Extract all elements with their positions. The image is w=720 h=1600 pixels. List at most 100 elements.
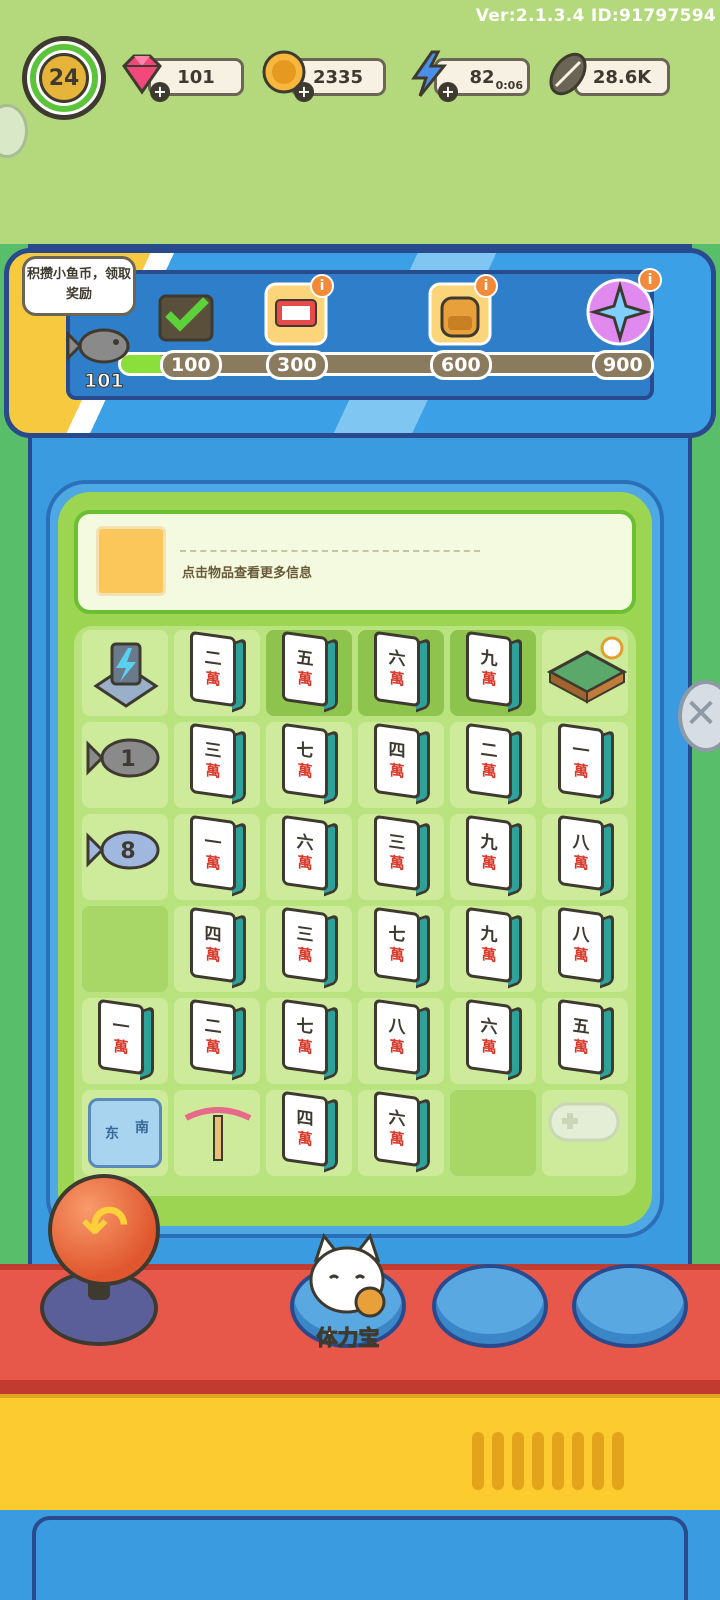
mahjong-tile[interactable]: 八萬 [542, 906, 628, 992]
wan-tile-五: 五萬 [554, 998, 616, 1082]
tile-suit: 萬 [205, 1036, 221, 1058]
add-gems-icon[interactable]: + [150, 82, 170, 102]
tile-suit: 萬 [205, 944, 221, 966]
lucky-cat-icon [298, 1232, 396, 1324]
tile-number: 六 [388, 647, 406, 671]
stamina-button-label: 体力宝 [316, 1326, 380, 1351]
tile-number: 三 [388, 831, 406, 855]
add-energy-icon[interactable]: + [438, 82, 458, 102]
wan-tile-七: 七萬 [278, 998, 340, 1082]
reward-tip-bubble: 积攒小鱼币，领取奖励 [22, 256, 136, 316]
mahjong-tile[interactable]: 三萬 [174, 722, 260, 808]
mahjong-tile[interactable]: 二萬 [174, 630, 260, 716]
mahjong-tile[interactable]: 一萬 [82, 998, 168, 1084]
mahjong-tile[interactable]: 六萬 [358, 1090, 444, 1176]
side-menu-button[interactable] [0, 104, 28, 158]
tile-suit: 萬 [389, 1036, 405, 1058]
player-level: 24 [48, 65, 80, 91]
tile-suit: 萬 [481, 760, 497, 782]
action-button-3[interactable] [572, 1264, 688, 1348]
tile-number: 九 [480, 647, 498, 671]
gem-icon[interactable]: + [116, 48, 170, 102]
coin-icon[interactable]: + [260, 48, 314, 102]
mahjong-tile[interactable]: 六萬 [358, 630, 444, 716]
info-icon[interactable]: i [474, 274, 498, 298]
mahjong-tile[interactable]: 八萬 [358, 998, 444, 1084]
fortune-teller-item[interactable]: 东南 [82, 1090, 168, 1176]
tile-suit: 萬 [481, 1036, 497, 1058]
mahjong-tile[interactable]: 七萬 [358, 906, 444, 992]
tile-suit: 萬 [573, 852, 589, 874]
mahjong-tile[interactable]: 四萬 [174, 906, 260, 992]
level-emblem: 24 [39, 53, 89, 103]
tile-number: 一 [572, 739, 590, 763]
gamepad-item[interactable] [542, 1090, 628, 1176]
mahjong-table-icon [546, 636, 628, 710]
tile-suit: 萬 [481, 668, 497, 690]
charger-item[interactable] [82, 630, 168, 716]
tile-number: 九 [480, 831, 498, 855]
claimed-reward-check-icon [154, 282, 218, 346]
mahjong-table-item[interactable] [542, 630, 628, 716]
action-button-2[interactable] [432, 1264, 548, 1348]
mahjong-tile[interactable]: 五萬 [542, 998, 628, 1084]
backpack-reward-icon[interactable]: i [428, 274, 498, 346]
mahjong-tile[interactable]: 四萬 [266, 1090, 352, 1176]
fish-8-icon: 8 [86, 820, 166, 884]
bamboo-dragonfly-item[interactable] [174, 1090, 260, 1176]
tile-number: 二 [480, 739, 498, 763]
mahjong-tile[interactable]: 三萬 [266, 906, 352, 992]
tile-suit: 萬 [205, 760, 221, 782]
fish-1-item[interactable]: 1 [82, 722, 168, 808]
tile-number: 八 [572, 831, 590, 855]
item-preview-slot [96, 526, 166, 596]
mahjong-tile[interactable]: 二萬 [174, 998, 260, 1084]
fish-coin-icon [66, 318, 136, 374]
tile-number: 四 [388, 739, 406, 763]
tile-number: 七 [296, 739, 314, 763]
mahjong-tile[interactable]: 七萬 [266, 722, 352, 808]
bottom-panel [32, 1516, 688, 1600]
info-icon[interactable]: i [638, 268, 662, 292]
mahjong-tile[interactable]: 六萬 [266, 814, 352, 900]
wan-tile-二: 二萬 [186, 630, 248, 714]
item-grid: 二萬五萬六萬九萬1三萬七萬四萬二萬一萬8一萬六萬三萬九萬八萬四萬三萬七萬九萬八萬… [74, 626, 636, 1196]
tile-suit: 萬 [113, 1036, 129, 1058]
mahjong-tile[interactable]: 四萬 [358, 722, 444, 808]
tile-suit: 萬 [573, 760, 589, 782]
mahjong-tile[interactable]: 九萬 [450, 906, 536, 992]
milestone-300: 300 [266, 350, 328, 380]
tile-suit: 萬 [205, 852, 221, 874]
lightning-icon[interactable]: + [404, 48, 458, 102]
tile-suit: 萬 [481, 944, 497, 966]
player-level-badge[interactable]: 24 [22, 36, 106, 120]
tile-suit: 萬 [389, 944, 405, 966]
mahjong-tile[interactable]: 一萬 [542, 722, 628, 808]
gamepad-icon [546, 1096, 622, 1150]
svg-text:1: 1 [120, 747, 135, 772]
mahjong-tile[interactable]: 一萬 [174, 814, 260, 900]
tile-suit: 萬 [389, 668, 405, 690]
mahjong-tile[interactable]: 九萬 [450, 814, 536, 900]
version-info: Ver:2.1.3.4 ID:91797594 [475, 6, 716, 26]
mahjong-tile[interactable]: 七萬 [266, 998, 352, 1084]
wan-tile-三: 三萬 [370, 814, 432, 898]
tile-suit: 萬 [205, 668, 221, 690]
wan-tile-九: 九萬 [462, 906, 524, 990]
mahjong-tile[interactable]: 八萬 [542, 814, 628, 900]
shuriken-reward-icon[interactable]: i [584, 268, 662, 348]
mahjong-tile[interactable]: 六萬 [450, 998, 536, 1084]
mahjong-tile[interactable]: 二萬 [450, 722, 536, 808]
tile-suit: 萬 [389, 760, 405, 782]
fish-8-item[interactable]: 8 [82, 814, 168, 900]
wan-tile-六: 六萬 [370, 630, 432, 714]
mahjong-tile[interactable]: 三萬 [358, 814, 444, 900]
tile-number: 四 [296, 1107, 314, 1131]
tile-number: 一 [112, 1015, 130, 1039]
mahjong-tile[interactable]: 九萬 [450, 630, 536, 716]
mahjong-tile[interactable]: 五萬 [266, 630, 352, 716]
wan-tile-八: 八萬 [554, 906, 616, 990]
ticket-reward-icon[interactable]: i [264, 274, 334, 346]
info-icon[interactable]: i [310, 274, 334, 298]
add-coins-icon[interactable]: + [294, 82, 314, 102]
